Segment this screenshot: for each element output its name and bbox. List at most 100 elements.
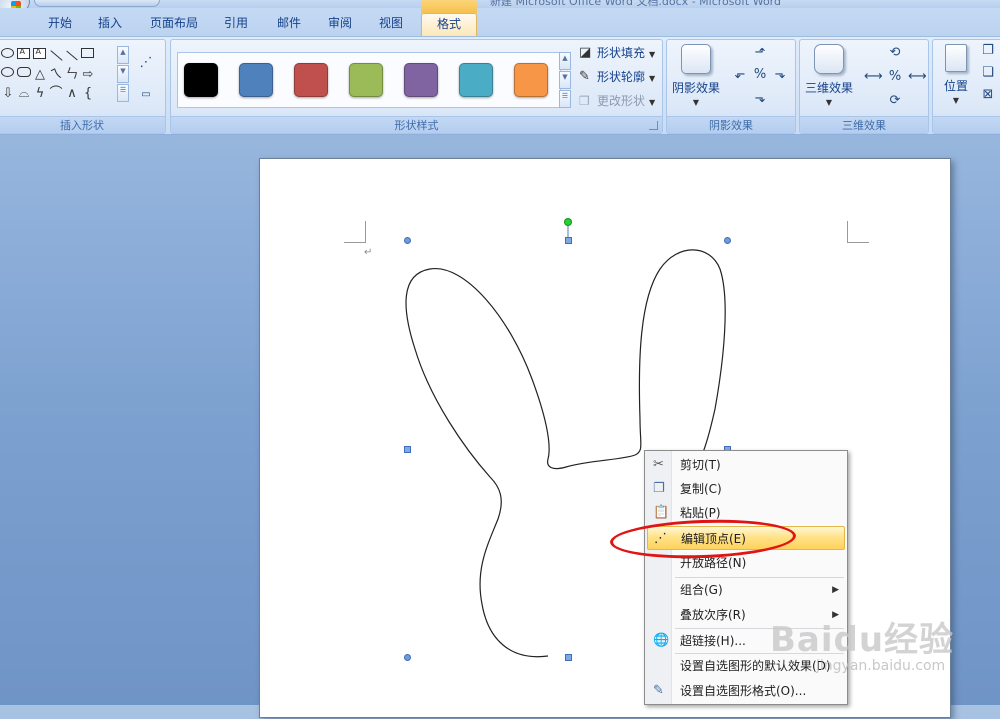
- group-insert-shapes: △ ㄟ ㄣ ⇨ ⇩ ⌓ ϟ ⌒ ∧ { ▲ ▼ ☰ ⋰ ▭ 插入形状: [0, 39, 166, 134]
- menu-item-hyperlink-label: 超链接(H)...: [680, 634, 746, 648]
- resize-handle-left[interactable]: [404, 446, 411, 453]
- menu-item-copy[interactable]: ❐ 复制(C): [647, 477, 845, 501]
- tab-home[interactable]: 开始: [38, 13, 82, 36]
- vertical-text-box-shape-icon[interactable]: [32, 47, 48, 63]
- tab-view[interactable]: 视图: [369, 13, 413, 36]
- submenu-arrow-icon: ▶: [832, 610, 839, 620]
- style-swatch-orange[interactable]: [514, 63, 548, 97]
- tab-insert[interactable]: 插入: [88, 13, 132, 36]
- style-swatch-green[interactable]: [349, 63, 383, 97]
- menu-item-group[interactable]: 组合(G) ▶: [647, 578, 845, 602]
- ribbon-tabs: 开始 插入 页面布局 引用 邮件 审阅 视图 格式: [0, 0, 1000, 36]
- style-swatch-aqua[interactable]: [459, 63, 493, 97]
- menu-item-format-shape-label: 设置自选图形格式(O)...: [680, 684, 807, 698]
- bring-to-front-icon[interactable]: ❐: [979, 42, 997, 60]
- resize-handle-top-left[interactable]: [404, 237, 411, 244]
- text-wrapping-icon[interactable]: ⊠: [979, 86, 997, 104]
- ellipse-shape-icon[interactable]: [0, 67, 16, 82]
- styles-more[interactable]: ☰: [559, 90, 571, 108]
- shape-style-gallery[interactable]: [177, 52, 561, 108]
- shapes-scroll-down[interactable]: ▼: [117, 65, 129, 83]
- tilt-up-icon[interactable]: ⟲: [886, 44, 904, 62]
- tilt-right-icon[interactable]: ⟷: [908, 68, 927, 86]
- chevron-down-icon: ▼: [649, 74, 656, 83]
- title-bar: 新建 Microsoft Office Word 文档.docx - Micro…: [0, 0, 1000, 8]
- group-shadow-effects: 阴影效果 ▼ ⬏ ⬐ % ⬎ ⬎ 阴影效果: [666, 39, 796, 134]
- group-arrange: 位置 ▼ ❐ ❏ ⊠: [932, 39, 1000, 134]
- menu-item-set-default[interactable]: 设置自选图形的默认效果(D): [647, 654, 845, 678]
- shapes-scroll-up[interactable]: ▲: [117, 46, 129, 64]
- styles-scroll-up[interactable]: ▲: [559, 52, 571, 70]
- group-3d-effects: 三维效果 ▼ ⟲ ⟷ % ⟷ ⟳ 三维效果: [799, 39, 929, 134]
- rounded-rect-shape-icon[interactable]: [16, 67, 32, 82]
- change-shape-icon: ❒: [579, 94, 590, 108]
- context-menu: ✂ 剪切(T) ❐ 复制(C) 📋 粘贴(P) ⋰ 编辑顶点(E) 开放路径(N…: [644, 450, 848, 705]
- nudge-shadow-down-icon[interactable]: ⬎: [751, 90, 769, 108]
- freeform-shape-icon[interactable]: ⌓: [17, 86, 32, 101]
- three-d-effects-button[interactable]: 三维效果 ▼: [802, 44, 856, 107]
- rabbit-freeform-shape[interactable]: [260, 159, 952, 719]
- draw-textbox-icon[interactable]: ▭: [137, 86, 155, 104]
- shadow-toggle-icon[interactable]: %: [751, 66, 769, 84]
- shape-outline-button[interactable]: ✎ 形状轮廓 ▼: [577, 67, 655, 87]
- resize-handle-top-right[interactable]: [724, 237, 731, 244]
- tab-review[interactable]: 审阅: [318, 13, 362, 36]
- tab-mailings[interactable]: 邮件: [267, 13, 311, 36]
- oval-shape-icon[interactable]: [0, 48, 16, 63]
- nudge-shadow-up-icon[interactable]: ⬏: [751, 44, 769, 62]
- nudge-shadow-left-icon[interactable]: ⬐: [731, 66, 749, 84]
- menu-item-order[interactable]: 叠放次序(R) ▶: [647, 603, 845, 627]
- group-arrange-label: [933, 116, 1000, 133]
- arrow-line-shape-icon[interactable]: [65, 48, 80, 63]
- position-button[interactable]: 位置 ▼: [939, 44, 973, 105]
- rectangle-shape-icon[interactable]: [80, 48, 96, 63]
- three-d-toggle-icon[interactable]: %: [886, 68, 904, 86]
- shape-fill-button[interactable]: ◪ 形状填充 ▼: [577, 43, 655, 63]
- menu-item-cut[interactable]: ✂ 剪切(T): [647, 453, 845, 477]
- change-shape-button[interactable]: ❒ 更改形状 ▼: [577, 91, 655, 111]
- style-swatch-black[interactable]: [184, 63, 218, 97]
- resize-handle-bottom[interactable]: [565, 654, 572, 661]
- edit-shape-icon[interactable]: ⋰: [137, 54, 155, 72]
- lightning-shape-icon[interactable]: ϟ: [33, 86, 48, 101]
- chevron-down-icon: ▼: [649, 98, 656, 107]
- nudge-shadow-right-icon[interactable]: ⬎: [771, 66, 789, 84]
- tab-format[interactable]: 格式: [421, 13, 477, 36]
- elbow-arrow-shape-icon[interactable]: ㄣ: [65, 67, 80, 82]
- style-swatch-red[interactable]: [294, 63, 328, 97]
- menu-item-hyperlink[interactable]: 🌐 超链接(H)...: [647, 629, 845, 653]
- tilt-down-icon[interactable]: ⟳: [886, 92, 904, 110]
- resize-handle-bottom-left[interactable]: [404, 654, 411, 661]
- send-to-back-icon[interactable]: ❏: [979, 64, 997, 82]
- shapes-more[interactable]: ☰: [117, 84, 129, 102]
- styles-scroll-down[interactable]: ▼: [559, 71, 571, 89]
- style-swatch-blue[interactable]: [239, 63, 273, 97]
- elbow-connector-shape-icon[interactable]: ㄟ: [49, 67, 64, 82]
- shadow-effects-icon: [681, 44, 711, 74]
- tab-page-layout[interactable]: 页面布局: [142, 13, 206, 36]
- menu-item-paste-label: 粘贴(P): [680, 506, 721, 520]
- tilt-left-icon[interactable]: ⟷: [864, 68, 883, 86]
- brace-shape-icon[interactable]: {: [81, 86, 96, 101]
- ribbon: △ ㄟ ㄣ ⇨ ⇩ ⌓ ϟ ⌒ ∧ { ▲ ▼ ☰ ⋰ ▭ 插入形状: [0, 36, 1000, 135]
- triangle-shape-icon[interactable]: △: [33, 67, 48, 82]
- empty-cell: [97, 67, 112, 82]
- resize-handle-top[interactable]: [565, 237, 572, 244]
- rotation-handle[interactable]: [564, 218, 572, 226]
- shadow-effects-button[interactable]: 阴影效果 ▼: [669, 44, 723, 107]
- paint-bucket-icon: ◪: [579, 45, 592, 60]
- right-arrow-shape-icon[interactable]: ⇨: [81, 67, 96, 82]
- dialog-launcher-icon[interactable]: [649, 121, 658, 130]
- submenu-arrow-icon: ▶: [832, 585, 839, 595]
- arc-shape-icon[interactable]: ⌒: [49, 86, 64, 101]
- curve-shape-icon[interactable]: ∧: [65, 86, 80, 101]
- menu-item-format-shape[interactable]: ✎ 设置自选图形格式(O)...: [647, 679, 845, 703]
- menu-item-group-label: 组合(G): [680, 583, 723, 597]
- tab-references[interactable]: 引用: [214, 13, 258, 36]
- quick-access-toolbar[interactable]: [34, 0, 160, 7]
- down-arrow-shape-icon[interactable]: ⇩: [1, 86, 16, 101]
- line-shape-icon[interactable]: [49, 48, 64, 63]
- shapes-gallery[interactable]: △ ㄟ ㄣ ⇨ ⇩ ⌓ ϟ ⌒ ∧ {: [0, 46, 116, 104]
- text-box-shape-icon[interactable]: [16, 47, 32, 63]
- style-swatch-purple[interactable]: [404, 63, 438, 97]
